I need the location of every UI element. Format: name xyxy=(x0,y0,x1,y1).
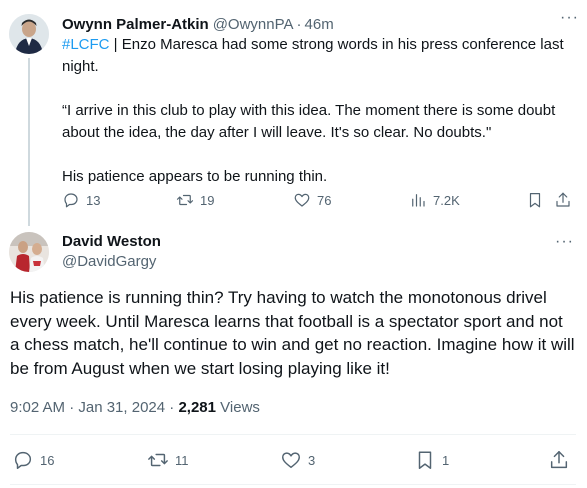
parent-tweet-time[interactable]: 46m xyxy=(305,16,334,33)
avatar-image xyxy=(9,232,49,272)
bookmark-icon xyxy=(529,193,541,208)
share-icon xyxy=(556,192,570,207)
parent-text-line1: | Enzo Maresca had some strong words in … xyxy=(62,36,564,75)
bookmark-icon xyxy=(418,451,432,469)
parent-repost-button[interactable]: 19 xyxy=(176,188,214,212)
reply-icon xyxy=(64,193,78,208)
reply-views-label: Views xyxy=(216,399,260,416)
hashtag-link[interactable]: #LCFC xyxy=(62,36,110,53)
parent-tweet-text: #LCFC | Enzo Maresca had some strong wor… xyxy=(62,34,576,188)
parent-like-button[interactable]: 76 xyxy=(293,188,331,212)
reply-timestamp[interactable]: 9:02 AM · Jan 31, 2024 xyxy=(10,399,165,416)
like-icon xyxy=(282,452,300,469)
reply-tweet-text: His patience is running thin? Try having… xyxy=(10,288,575,378)
reply-bookmark-button[interactable]: 1 xyxy=(414,447,449,473)
parent-author-name[interactable]: Owynn Palmer-Atkin xyxy=(62,16,209,33)
reply-author-name[interactable]: David Weston xyxy=(62,232,161,252)
reply-like-count: 3 xyxy=(308,452,316,468)
parent-repost-count: 19 xyxy=(200,192,215,208)
reply-tweet-meta: 9:02 AM · Jan 31, 2024 · 2,281 Views xyxy=(10,398,260,418)
reply-reply-count: 16 xyxy=(40,452,55,468)
reply-more-options-icon[interactable]: ··· xyxy=(555,234,574,250)
divider xyxy=(10,434,576,435)
repost-icon xyxy=(176,194,194,206)
parent-action-bar: 13 19 76 7.2K xyxy=(62,188,576,212)
parent-views-count: 7.2K xyxy=(433,192,460,208)
parent-author-handle[interactable]: @OwynnPA xyxy=(213,16,294,33)
reply-icon xyxy=(14,451,32,469)
reply-repost-count: 11 xyxy=(175,452,189,468)
meta-separator: · xyxy=(165,399,179,416)
parent-bookmark-button[interactable] xyxy=(526,188,544,212)
reply-action-bar: 16 11 3 1 xyxy=(10,447,576,473)
reply-bookmark-count: 1 xyxy=(442,452,450,468)
parent-like-count: 76 xyxy=(317,192,332,208)
thread-connector-line xyxy=(28,58,30,226)
share-icon xyxy=(550,451,568,469)
parent-tweet-header: Owynn Palmer-Atkin @OwynnPA · 46m xyxy=(62,14,576,34)
reply-views-count: 2,281 xyxy=(178,399,216,416)
parent-tweet[interactable]: Owynn Palmer-Atkin @OwynnPA · 46m #LCFC … xyxy=(62,14,576,188)
reply-author-handle[interactable]: @DavidGargy xyxy=(62,252,156,272)
reply-reply-button[interactable]: 16 xyxy=(12,447,54,473)
like-icon xyxy=(294,193,310,207)
parent-views-button[interactable]: 7.2K xyxy=(409,188,460,212)
parent-author-avatar[interactable] xyxy=(9,14,49,54)
divider xyxy=(10,484,576,485)
reply-author-avatar[interactable] xyxy=(9,232,49,272)
repost-icon xyxy=(148,453,168,467)
reply-like-button[interactable]: 3 xyxy=(280,447,315,473)
parent-share-button[interactable] xyxy=(554,188,572,212)
avatar-image xyxy=(9,14,49,54)
parent-text-quote: “I arrive in this club to play with this… xyxy=(62,102,556,141)
parent-more-options-icon[interactable]: ··· xyxy=(560,10,579,26)
parent-reply-button[interactable]: 13 xyxy=(62,188,100,212)
reply-repost-button[interactable]: 11 xyxy=(147,447,189,473)
reply-share-button[interactable] xyxy=(548,447,570,473)
parent-reply-count: 13 xyxy=(86,192,101,208)
views-icon xyxy=(412,194,425,207)
parent-text-closing: His patience appears to be running thin. xyxy=(62,168,328,185)
header-separator: · xyxy=(296,15,302,33)
